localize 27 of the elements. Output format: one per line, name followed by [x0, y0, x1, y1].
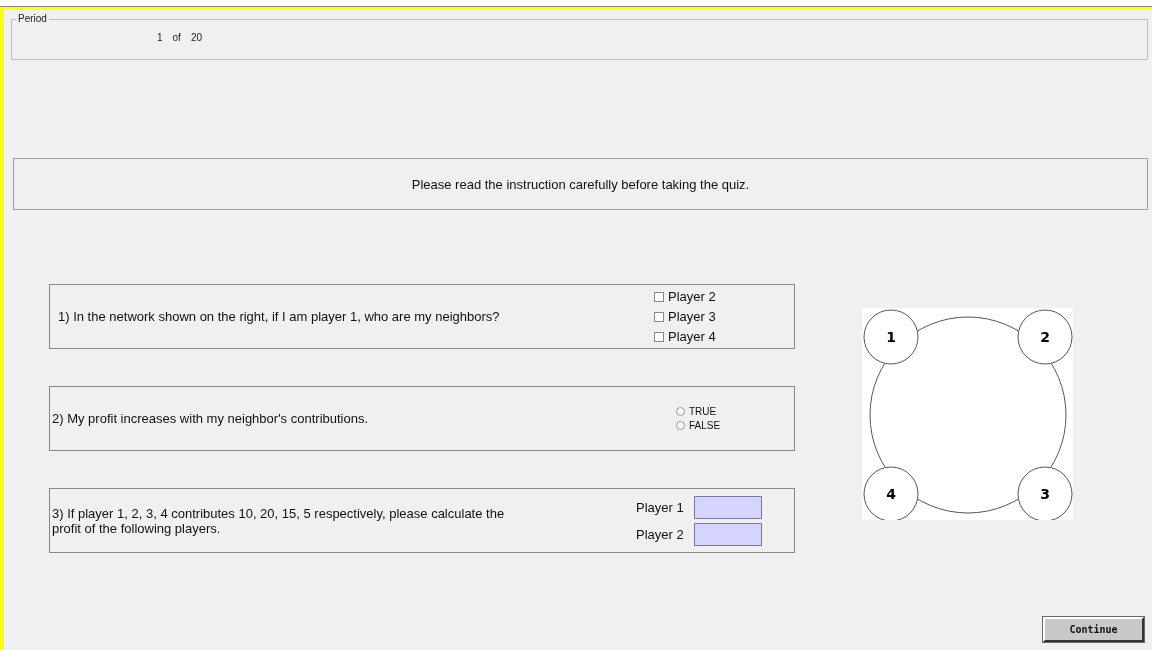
checkbox[interactable] [654, 331, 664, 342]
radio-button[interactable] [676, 407, 685, 416]
radio-button[interactable] [676, 421, 685, 430]
option-label: TRUE [689, 406, 717, 417]
network-node: 3 [1017, 466, 1073, 520]
field-label: Player 1 [636, 499, 684, 515]
question-text: 2) My profit increases with my neighbor's contributions. [51, 411, 370, 426]
period-current: 1 [157, 32, 163, 43]
option-label: Player 4 [668, 329, 716, 344]
instruction-text: Please read the instruction carefully before taking the quiz. [411, 176, 750, 192]
checkbox[interactable] [654, 311, 664, 322]
continue-button[interactable]: Continue [1043, 617, 1144, 642]
period-total: 20 [190, 32, 203, 43]
option-label: Player 3 [668, 309, 716, 324]
input-field[interactable] [693, 522, 762, 546]
question-text: 1) In the network shown on the right, if I am player 1, who are my neighbors? [57, 309, 501, 324]
field-label: Player 2 [636, 526, 684, 542]
network-node: 1 [863, 309, 919, 365]
option-label: FALSE [689, 420, 721, 431]
checkbox[interactable] [654, 291, 664, 302]
period-of: of [172, 32, 181, 43]
option-label: Player 2 [668, 289, 716, 304]
input-field[interactable] [693, 495, 762, 519]
group-legend: Period [16, 14, 49, 24]
network-node: 4 [863, 466, 919, 520]
question-text: 3) If player 1, 2, 3, 4 contributes 10, 20, 15, 5 respectively, please calculate the profit of the following players. [51, 505, 506, 536]
network-node: 2 [1017, 309, 1073, 365]
